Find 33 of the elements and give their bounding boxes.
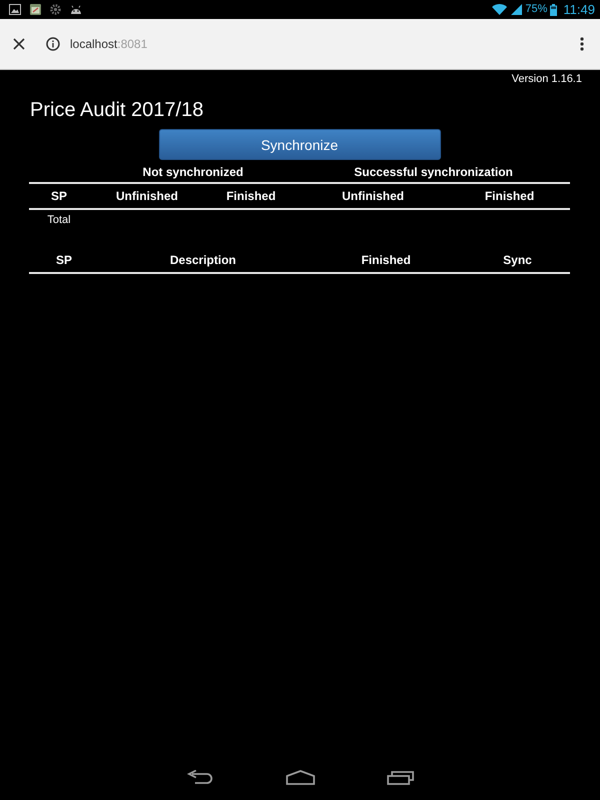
column-header: SP bbox=[50, 189, 67, 203]
column-header: Finished bbox=[361, 253, 411, 267]
recent-apps-icon[interactable] bbox=[386, 770, 414, 784]
column-group-header: Not synchronized bbox=[142, 165, 244, 181]
column-header: Sync bbox=[503, 253, 532, 267]
back-icon[interactable] bbox=[186, 770, 214, 784]
signal-icon bbox=[511, 4, 522, 15]
column-header: Description bbox=[170, 253, 236, 267]
column-header: Unfinished bbox=[116, 189, 178, 203]
column-header: Finished bbox=[226, 189, 276, 203]
wifi-icon bbox=[492, 4, 508, 15]
version-text: Version 1.16.1 bbox=[512, 72, 582, 86]
robot-head-icon bbox=[70, 5, 82, 14]
address-text[interactable]: localhost:8081 bbox=[70, 37, 148, 51]
close-icon bbox=[12, 38, 24, 50]
table-cell: Total bbox=[47, 214, 71, 226]
image-icon bbox=[9, 4, 21, 15]
column-group-header: Successful synchronization bbox=[354, 165, 513, 181]
column-header: SP bbox=[56, 253, 72, 267]
column-header: Finished bbox=[484, 189, 534, 203]
menu-button[interactable] bbox=[579, 37, 585, 51]
page-title: Price Audit 2017/18 bbox=[29, 98, 204, 122]
gear-icon bbox=[50, 4, 61, 15]
battery-percent: 75% bbox=[525, 3, 548, 16]
info-icon[interactable] bbox=[46, 37, 60, 51]
column-header: Unfinished bbox=[342, 189, 404, 203]
battery-icon bbox=[550, 4, 558, 16]
menu-icon bbox=[580, 37, 584, 51]
calendar-icon bbox=[30, 4, 41, 15]
close-button[interactable] bbox=[12, 38, 25, 50]
home-icon[interactable] bbox=[286, 770, 314, 784]
clock-time: 11:49 bbox=[563, 2, 595, 17]
synchronize-button[interactable]: Synchronize bbox=[158, 129, 440, 160]
